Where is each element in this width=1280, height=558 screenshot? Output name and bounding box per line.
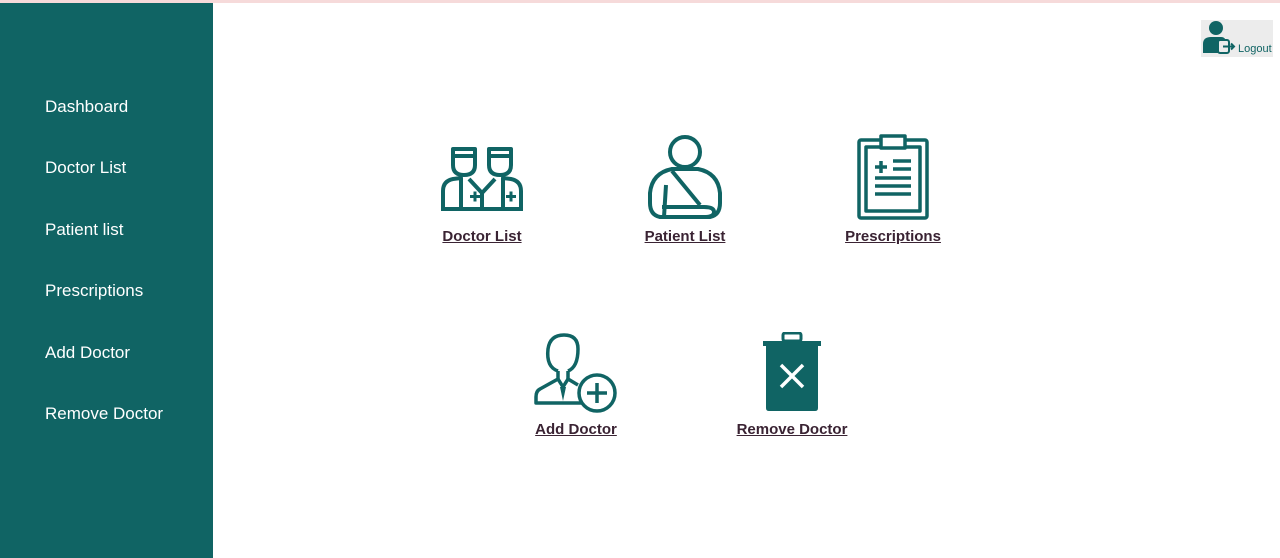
tile-add-doctor[interactable]: Add Doctor (466, 325, 686, 445)
tile-prescriptions[interactable]: Prescriptions (783, 130, 1003, 250)
sidebar-item-patient-list[interactable]: Patient list (45, 220, 123, 240)
logout-label: Logout (1238, 43, 1272, 55)
patient-icon (648, 135, 722, 219)
user-logout-icon (1203, 21, 1236, 54)
sidebar-item-dashboard[interactable]: Dashboard (45, 97, 128, 117)
tile-label-doctor-list: Doctor List (442, 228, 522, 245)
sidebar-item-remove-doctor[interactable]: Remove Doctor (45, 404, 163, 424)
tile-remove-doctor[interactable]: Remove Doctor (682, 325, 902, 445)
tile-doctor-list[interactable]: Doctor List (372, 130, 592, 250)
sidebar-item-add-doctor[interactable]: Add Doctor (45, 343, 130, 363)
logout-button[interactable]: Logout (1201, 20, 1273, 57)
tile-label-patient-list: Patient List (644, 228, 726, 245)
sidebar-item-doctor-list[interactable]: Doctor List (45, 158, 126, 178)
clipboard-icon (857, 134, 929, 220)
doctors-icon (441, 147, 523, 211)
trash-icon (763, 332, 821, 411)
tile-patient-list[interactable]: Patient List (575, 130, 795, 250)
tile-label-remove-doctor: Remove Doctor (736, 421, 848, 438)
tile-label-add-doctor: Add Doctor (535, 421, 617, 438)
add-doctor-icon (534, 333, 617, 413)
tile-label-prescriptions: Prescriptions (845, 228, 941, 245)
sidebar: Dashboard Doctor List Patient list Presc… (0, 3, 213, 558)
sidebar-item-prescriptions[interactable]: Prescriptions (45, 281, 143, 301)
